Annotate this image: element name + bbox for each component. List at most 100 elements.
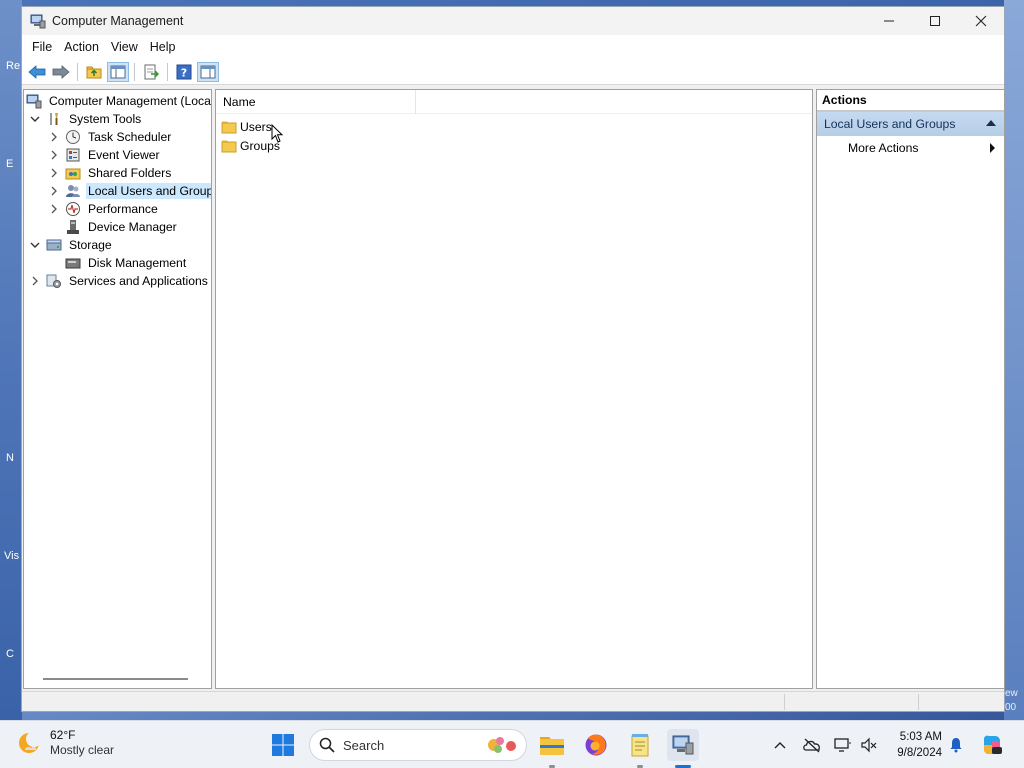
tree-item-device-manager[interactable]: Device Manager xyxy=(61,218,179,236)
copilot-button[interactable] xyxy=(978,733,1006,757)
forward-arrow-icon xyxy=(52,64,70,79)
firefox-button[interactable] xyxy=(580,729,612,761)
toolbar-separator xyxy=(167,62,168,81)
menu-action[interactable]: Action xyxy=(58,40,105,54)
show-hidden-icons-button[interactable] xyxy=(770,733,790,757)
list-item-users[interactable]: Users xyxy=(216,117,812,136)
tree-label: Disk Management xyxy=(88,256,187,270)
taskbar-search[interactable]: Search xyxy=(309,729,527,761)
taskbar-clock[interactable]: 5:03 AM 9/8/2024 xyxy=(886,729,942,761)
chevron-down-icon[interactable] xyxy=(28,114,42,124)
tree-item-performance[interactable]: Performance xyxy=(47,200,160,218)
tree-label: Device Manager xyxy=(88,220,177,234)
chevron-down-icon[interactable] xyxy=(28,240,42,250)
actions-header: Actions xyxy=(817,90,1004,112)
desktop-text-fragment: 00 xyxy=(1005,702,1017,713)
list-item-groups[interactable]: Groups xyxy=(216,136,812,155)
close-button[interactable] xyxy=(958,7,1004,35)
status-bar xyxy=(22,691,1004,711)
mouse-pointer-icon xyxy=(271,124,284,143)
onedrive-tray-button[interactable] xyxy=(800,733,824,757)
bell-icon xyxy=(950,738,962,753)
chevron-right-icon[interactable] xyxy=(47,150,61,160)
shared-folder-icon xyxy=(65,168,81,180)
tree-label: Event Viewer xyxy=(88,148,160,162)
chevron-right-icon[interactable] xyxy=(47,132,61,142)
console-tree[interactable]: Computer Management (Local System Tools xyxy=(23,89,212,689)
folder-up-icon xyxy=(86,66,102,78)
notepad-button[interactable] xyxy=(624,729,656,761)
tree-item-disk-management[interactable]: Disk Management xyxy=(61,254,188,272)
tree-item-local-users-and-groups[interactable]: Local Users and Groups xyxy=(47,182,211,200)
help-button[interactable]: ? xyxy=(173,62,195,82)
desktop-icon-label[interactable]: C xyxy=(6,648,14,660)
tree-label: Local Users and Groups xyxy=(86,183,211,199)
search-icon xyxy=(319,737,335,753)
window-title: Computer Management xyxy=(52,14,184,28)
taskbar: 62°F Mostly clear Search 5:03 AM 9/8/202… xyxy=(0,720,1024,768)
tree-root[interactable]: Computer Management (Local xyxy=(26,92,212,110)
list-item-label: Users xyxy=(240,119,272,134)
desktop-icon-label[interactable]: Re xyxy=(6,60,20,72)
title-bar[interactable]: Computer Management xyxy=(22,7,1004,35)
maximize-button[interactable] xyxy=(912,7,958,35)
results-list[interactable]: Name Users Groups xyxy=(215,89,813,689)
tree-item-shared-folders[interactable]: Shared Folders xyxy=(47,164,173,182)
network-tray-button[interactable] xyxy=(832,733,854,757)
computer-management-icon xyxy=(30,14,46,29)
chevron-right-icon[interactable] xyxy=(47,186,61,196)
file-explorer-button[interactable] xyxy=(536,729,568,761)
tree-label: Services and Applications xyxy=(69,274,208,288)
tree-item-event-viewer[interactable]: Event Viewer xyxy=(47,146,162,164)
show-hide-action-pane-button[interactable] xyxy=(197,61,219,82)
more-actions-item[interactable]: More Actions xyxy=(817,136,1004,160)
desktop-icon-label[interactable]: Vis xyxy=(4,550,19,562)
menu-view[interactable]: View xyxy=(105,40,144,54)
toolbar-separator xyxy=(134,62,135,81)
tree-item-system-tools[interactable]: System Tools xyxy=(28,110,143,128)
content-panes: Computer Management (Local System Tools xyxy=(22,88,1006,689)
computer-management-taskbar-button[interactable] xyxy=(667,729,699,761)
volume-tray-button[interactable] xyxy=(858,733,880,757)
chevron-right-icon[interactable] xyxy=(47,204,61,214)
computer-management-icon xyxy=(26,94,42,109)
storage-icon xyxy=(46,239,62,251)
firefox-icon xyxy=(585,734,607,756)
search-highlight-icon xyxy=(488,737,516,753)
toolbar-separator xyxy=(77,62,78,81)
back-button[interactable] xyxy=(26,62,48,82)
notifications-button[interactable] xyxy=(946,733,966,757)
export-list-button[interactable] xyxy=(140,62,162,82)
tree-label: Computer Management (Local xyxy=(49,94,212,108)
tree-label: Performance xyxy=(88,202,158,216)
tree-item-storage[interactable]: Storage xyxy=(28,236,114,254)
desktop-icon-label[interactable]: E xyxy=(6,158,13,170)
status-separator xyxy=(918,694,919,710)
weather-widget[interactable]: 62°F Mostly clear xyxy=(16,728,114,758)
up-one-level-button[interactable] xyxy=(83,62,105,82)
minimize-icon xyxy=(884,20,894,22)
more-actions-label: More Actions xyxy=(848,141,919,155)
menu-file[interactable]: File xyxy=(26,40,58,54)
actions-pane: Actions Local Users and Groups More Acti… xyxy=(816,89,1005,689)
tree-item-services-and-applications[interactable]: Services and Applications xyxy=(28,272,210,290)
column-header-name[interactable]: Name xyxy=(216,89,416,114)
show-hide-console-tree-button[interactable] xyxy=(107,61,129,82)
horizontal-scrollbar[interactable] xyxy=(43,678,188,680)
minimize-button[interactable] xyxy=(866,7,912,35)
tree-label: Task Scheduler xyxy=(88,130,172,144)
event-viewer-icon xyxy=(66,148,80,162)
toolbar: ? xyxy=(22,59,1004,85)
actions-group-local-users-and-groups[interactable]: Local Users and Groups xyxy=(817,112,1004,136)
menu-help[interactable]: Help xyxy=(144,40,182,54)
performance-icon xyxy=(66,202,80,216)
desktop-icon-label[interactable]: N xyxy=(6,452,14,464)
start-button[interactable] xyxy=(267,729,299,761)
copilot-icon xyxy=(984,735,1002,754)
chevron-right-icon[interactable] xyxy=(28,276,42,286)
collapse-triangle-icon[interactable] xyxy=(986,120,996,126)
tree-item-task-scheduler[interactable]: Task Scheduler xyxy=(47,128,173,146)
forward-button[interactable] xyxy=(50,62,72,82)
list-header: Name xyxy=(216,89,812,114)
chevron-right-icon[interactable] xyxy=(47,168,61,178)
